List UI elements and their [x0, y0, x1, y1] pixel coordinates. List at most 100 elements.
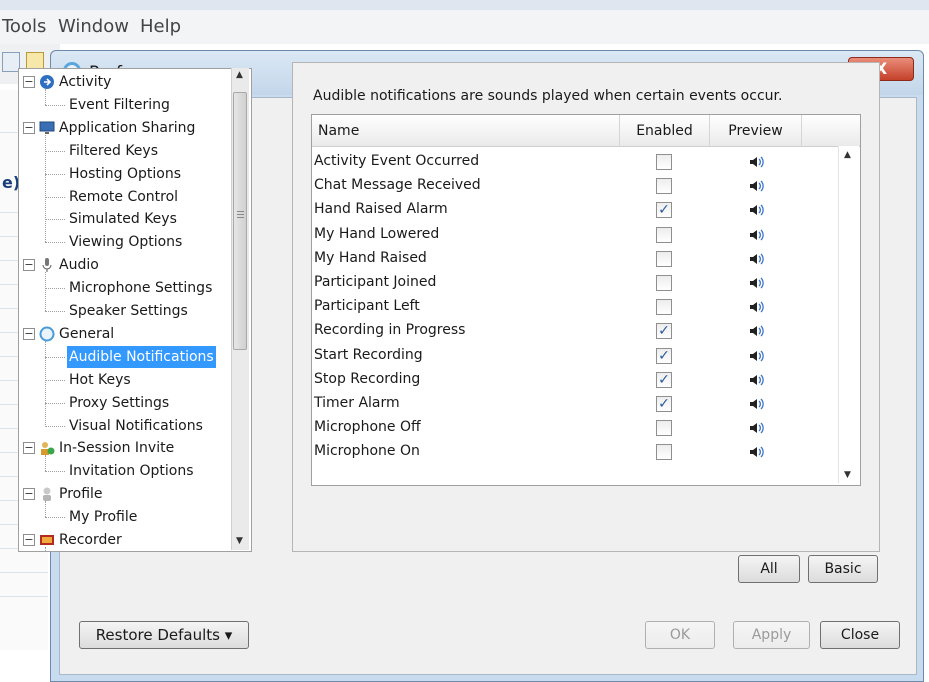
- tree-leaf[interactable]: Visual Notifications: [19, 415, 249, 437]
- tree-scroll-down-icon[interactable]: ▼: [236, 536, 243, 546]
- enabled-checkbox[interactable]: [656, 444, 672, 460]
- tree-node-general[interactable]: − General: [19, 323, 249, 345]
- speaker-icon[interactable]: [748, 227, 764, 243]
- tree-leaf[interactable]: Remote Control: [19, 186, 249, 208]
- table-row[interactable]: Timer Alarm ✓: [312, 393, 812, 417]
- close-button[interactable]: Close: [820, 621, 900, 649]
- collapse-toggle-icon[interactable]: −: [23, 328, 35, 340]
- notification-name: Recording in Progress: [314, 322, 465, 338]
- tree-leaf[interactable]: Proxy Settings: [19, 392, 249, 414]
- restore-defaults-button[interactable]: Restore Defaults ▾: [79, 621, 249, 649]
- notification-name: Microphone On: [314, 443, 420, 459]
- tree-node-recorder[interactable]: − Recorder: [19, 529, 249, 551]
- table-row[interactable]: My Hand Lowered: [312, 224, 812, 248]
- menu-help[interactable]: Help: [140, 16, 181, 37]
- collapse-toggle-icon[interactable]: −: [23, 76, 35, 88]
- table-row[interactable]: Start Recording ✓: [312, 345, 812, 369]
- tree-leaf[interactable]: Hosting Options: [19, 163, 249, 185]
- table-row[interactable]: Chat Message Received: [312, 175, 812, 199]
- tree-node-label: Application Sharing: [59, 117, 195, 139]
- collapse-toggle-icon[interactable]: −: [23, 534, 35, 546]
- notification-name: Stop Recording: [314, 371, 420, 387]
- tree-leaf-label: Hosting Options: [69, 163, 181, 185]
- enabled-checkbox[interactable]: ✓: [656, 348, 672, 364]
- tree-leaf[interactable]: Microphone Settings: [19, 277, 249, 299]
- table-scroll-down-icon[interactable]: ▼: [844, 470, 851, 480]
- enabled-checkbox[interactable]: [656, 178, 672, 194]
- speaker-icon[interactable]: [748, 154, 764, 170]
- speaker-icon[interactable]: [748, 323, 764, 339]
- table-row[interactable]: Recording in Progress ✓: [312, 320, 812, 344]
- enabled-checkbox[interactable]: ✓: [656, 396, 672, 412]
- tree-leaf-label: Event Filtering: [69, 94, 170, 116]
- enabled-checkbox[interactable]: [656, 420, 672, 436]
- tree-leaf-label: Invitation Options: [69, 460, 194, 482]
- basic-button[interactable]: Basic: [808, 555, 878, 583]
- speaker-icon[interactable]: [748, 372, 764, 388]
- table-scroll-up-icon[interactable]: ▲: [844, 150, 851, 160]
- speaker-icon[interactable]: [748, 251, 764, 267]
- tree-scrollbar-thumb[interactable]: [233, 92, 247, 350]
- enabled-checkbox[interactable]: ✓: [656, 372, 672, 388]
- tree-node-application-sharing[interactable]: − Application Sharing: [19, 117, 249, 139]
- speaker-icon[interactable]: [748, 444, 764, 460]
- tree-node-audio[interactable]: − Audio: [19, 254, 249, 276]
- tree-leaf[interactable]: Event Filtering: [19, 94, 249, 116]
- speaker-icon[interactable]: [748, 348, 764, 364]
- speaker-icon[interactable]: [748, 396, 764, 412]
- collapse-toggle-icon[interactable]: −: [23, 122, 35, 134]
- column-header-enabled[interactable]: Enabled: [620, 115, 710, 147]
- table-row[interactable]: My Hand Raised: [312, 248, 812, 272]
- speaker-icon[interactable]: [748, 178, 764, 194]
- table-row[interactable]: Hand Raised Alarm ✓: [312, 199, 812, 223]
- tree-leaf-label[interactable]: Audible Notifications: [67, 346, 216, 368]
- tree-leaf[interactable]: Speaker Settings: [19, 300, 249, 322]
- enabled-checkbox[interactable]: [656, 275, 672, 291]
- tree-leaf[interactable]: Audible Notifications: [19, 346, 249, 368]
- table-row[interactable]: Microphone On: [312, 441, 812, 465]
- enabled-checkbox[interactable]: [656, 227, 672, 243]
- column-header-filler: [802, 115, 860, 147]
- enabled-checkbox[interactable]: [656, 154, 672, 170]
- enabled-checkbox[interactable]: [656, 299, 672, 315]
- apply-button[interactable]: Apply: [733, 621, 810, 649]
- speaker-icon[interactable]: [748, 420, 764, 436]
- menu-tools[interactable]: Tools: [2, 16, 46, 37]
- tree-leaf[interactable]: Invitation Options: [19, 460, 249, 482]
- enabled-checkbox[interactable]: ✓: [656, 323, 672, 339]
- enabled-checkbox[interactable]: ✓: [656, 202, 672, 218]
- invite-icon: [39, 440, 55, 456]
- tree-leaf[interactable]: Hot Keys: [19, 369, 249, 391]
- tree-node-activity[interactable]: − Activity: [19, 71, 249, 93]
- ok-button[interactable]: OK: [645, 621, 715, 649]
- table-row[interactable]: Participant Joined: [312, 272, 812, 296]
- table-row[interactable]: Microphone Off: [312, 417, 812, 441]
- preferences-tree: − Activity Event Filtering − Application…: [18, 68, 252, 552]
- table-row[interactable]: Stop Recording ✓: [312, 369, 812, 393]
- tree-leaf[interactable]: Viewing Options: [19, 231, 249, 253]
- speaker-icon[interactable]: [748, 275, 764, 291]
- enabled-checkbox[interactable]: [656, 251, 672, 267]
- tree-leaf[interactable]: Filtered Keys: [19, 140, 249, 162]
- speaker-icon[interactable]: [748, 299, 764, 315]
- tree-scroll-up-icon[interactable]: ▲: [236, 70, 243, 80]
- menu-window[interactable]: Window: [58, 16, 129, 37]
- tree-leaf[interactable]: Simulated Keys: [19, 208, 249, 230]
- collapse-toggle-icon[interactable]: −: [23, 488, 35, 500]
- all-button[interactable]: All: [738, 555, 800, 583]
- microphone-icon: [39, 257, 55, 273]
- speaker-icon[interactable]: [748, 202, 764, 218]
- tree-node-profile[interactable]: − Profile: [19, 483, 249, 505]
- table-row[interactable]: Activity Event Occurred: [312, 151, 812, 175]
- tree-leaf[interactable]: My Profile: [19, 506, 249, 528]
- table-row[interactable]: Participant Left: [312, 296, 812, 320]
- column-header-name[interactable]: Name: [312, 115, 620, 147]
- notification-name: Microphone Off: [314, 419, 421, 435]
- notifications-table: Name Enabled Preview Activity Event Occu…: [311, 114, 861, 486]
- notifications-description: Audible notifications are sounds played …: [313, 88, 782, 104]
- collapse-toggle-icon[interactable]: −: [23, 442, 35, 454]
- tree-node-in-session-invite[interactable]: − In-Session Invite: [19, 437, 249, 459]
- table-scrollbar[interactable]: [838, 146, 859, 483]
- collapse-toggle-icon[interactable]: −: [23, 259, 35, 271]
- column-header-preview[interactable]: Preview: [710, 115, 802, 147]
